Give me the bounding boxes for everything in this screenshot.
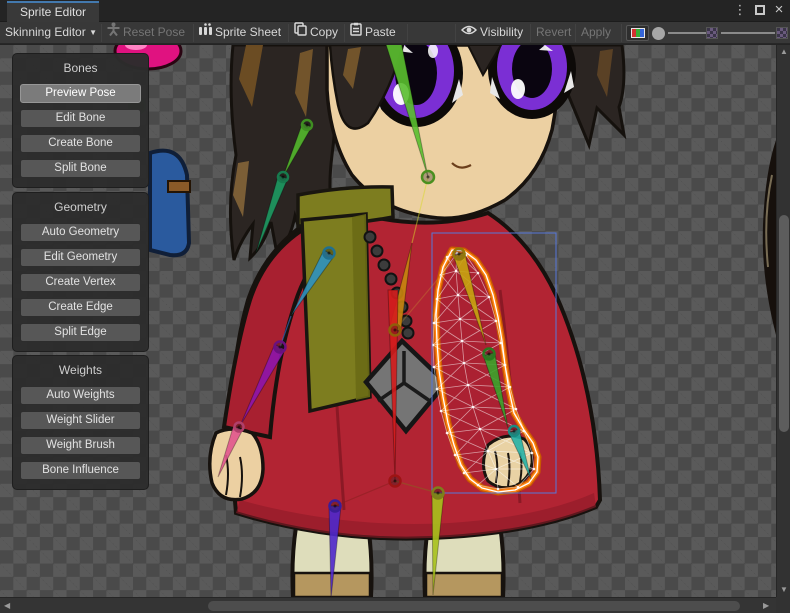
sprite-editor-window: Sprite Editor ⋮ × Skinning Editor ▼ Rese… (0, 0, 790, 613)
panel-bones: Bones Preview Pose Edit Bone Create Bone Spl… (12, 53, 149, 188)
edge-sprite-blue (150, 151, 190, 256)
sprite-canvas[interactable]: Bones Preview Pose Edit Bone Create Bone Spl… (0, 45, 776, 597)
tab-bar: Sprite Editor ⋮ × (0, 0, 790, 22)
skinning-editor-label: Skinning Editor (5, 25, 86, 39)
paste-icon (350, 22, 362, 43)
paste-button[interactable]: Paste (350, 22, 396, 44)
panel-button-preview-pose[interactable]: Preview Pose (20, 84, 141, 103)
vertical-scrollbar-thumb[interactable] (779, 215, 789, 432)
scrollbar-corner (776, 597, 790, 613)
panel-button-create-bone[interactable]: Create Bone (20, 134, 141, 153)
panel-title: Bones (13, 61, 148, 75)
tab-sprite-editor[interactable]: Sprite Editor (7, 1, 99, 22)
sprite-sheet-icon (199, 22, 212, 43)
panel-button-weight-brush[interactable]: Weight Brush (20, 436, 141, 455)
apply-button[interactable]: Apply (581, 22, 611, 44)
toolbar: Skinning Editor ▼ Reset Pose Sprite Shee… (0, 22, 790, 44)
panel-button-split-edge[interactable]: Split Edge (20, 323, 141, 342)
reset-pose-label: Reset Pose (123, 25, 185, 39)
chevron-down-icon: ▼ (89, 28, 97, 37)
toolbar-separator (621, 24, 622, 42)
toolbar-separator (407, 24, 408, 42)
eye-icon (461, 22, 477, 43)
panel-button-bone-influence[interactable]: Bone Influence (20, 461, 141, 480)
edge-sprite-right (763, 140, 776, 335)
toolbar-separator (530, 24, 531, 42)
panel-title: Geometry (13, 200, 148, 214)
sprite-thumb-icon[interactable] (706, 27, 718, 39)
opacity-slider-track[interactable] (668, 32, 706, 34)
sprite-thumb-icon[interactable] (776, 27, 788, 39)
scroll-left-icon[interactable]: ◀ (4, 602, 10, 610)
close-icon[interactable]: × (771, 1, 787, 18)
rgb-swatch-icon[interactable] (626, 25, 649, 41)
opacity-slider-handle[interactable] (652, 27, 665, 40)
toolbar-separator (455, 24, 456, 42)
panel-button-auto-weights[interactable]: Auto Weights (20, 386, 141, 405)
revert-button[interactable]: Revert (536, 22, 571, 44)
person-icon (107, 22, 120, 43)
opacity-slider-track[interactable] (721, 32, 775, 34)
panel-geometry: Geometry Auto Geometry Edit Geometry Create… (12, 192, 149, 352)
copy-label: Copy (310, 25, 338, 39)
scroll-up-icon[interactable]: ▲ (780, 48, 788, 56)
panel-button-create-edge[interactable]: Create Edge (20, 298, 141, 317)
panel-title: Weights (13, 363, 148, 377)
horizontal-scrollbar-thumb[interactable] (208, 601, 740, 611)
visibility-label: Visibility (480, 25, 523, 39)
panel-button-create-vertex[interactable]: Create Vertex (20, 273, 141, 292)
toolbar-separator (288, 24, 289, 42)
panel-button-edit-bone[interactable]: Edit Bone (20, 109, 141, 128)
scroll-down-icon[interactable]: ▼ (780, 586, 788, 594)
window-menu-icon[interactable]: ⋮ (732, 2, 748, 18)
vertical-scrollbar[interactable]: ▲ ▼ (776, 45, 790, 597)
panel-button-split-bone[interactable]: Split Bone (20, 159, 141, 178)
reset-pose-button[interactable]: Reset Pose (107, 22, 185, 44)
copy-button[interactable]: Copy (294, 22, 338, 44)
toolbar-separator (193, 24, 194, 42)
visibility-button[interactable]: Visibility (461, 22, 523, 44)
sprite-sheet-label: Sprite Sheet (215, 25, 281, 39)
scroll-right-icon[interactable]: ▶ (763, 602, 769, 610)
toolbar-separator (101, 24, 102, 42)
maximize-icon[interactable] (752, 4, 768, 16)
skinning-editor-dropdown[interactable]: Skinning Editor ▼ (5, 22, 97, 44)
panel-button-weight-slider[interactable]: Weight Slider (20, 411, 141, 430)
copy-icon (294, 22, 307, 43)
panel-button-auto-geometry[interactable]: Auto Geometry (20, 223, 141, 242)
toolbar-separator (344, 24, 345, 42)
paste-label: Paste (365, 25, 396, 39)
panel-button-edit-geometry[interactable]: Edit Geometry (20, 248, 141, 267)
panel-weights: Weights Auto Weights Weight Slider Weight B… (12, 355, 149, 490)
horizontal-scrollbar[interactable]: ◀ ▶ (0, 597, 776, 613)
toolbar-separator (575, 24, 576, 42)
sprite-sheet-button[interactable]: Sprite Sheet (199, 22, 281, 44)
